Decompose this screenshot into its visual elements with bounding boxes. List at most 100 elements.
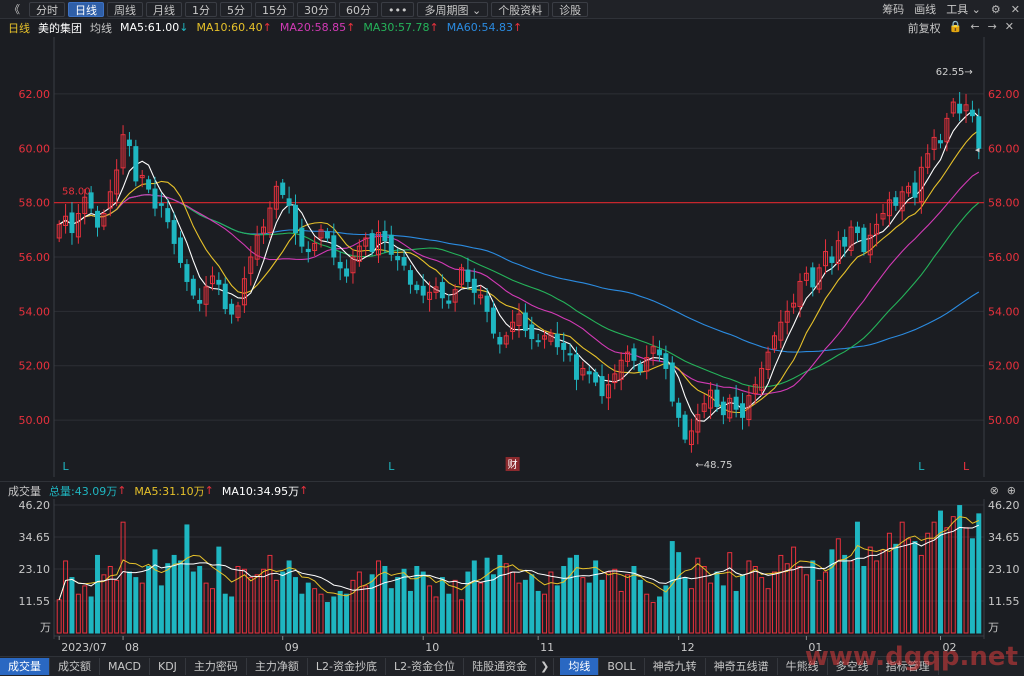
indicator-tab[interactable]: 成交量 — [0, 658, 50, 675]
candle-body — [165, 208, 171, 223]
period-tab[interactable]: 日线 — [68, 1, 104, 17]
volume-bar — [529, 574, 535, 634]
candle-body — [324, 231, 330, 239]
candle-body — [407, 270, 413, 285]
price-tick-right: 50.00 — [988, 414, 1020, 427]
indicator-tab[interactable]: L2-资金仓位 — [386, 658, 465, 675]
period-label: 日线 — [8, 21, 30, 35]
ma5-down-arrow-icon: ↓ — [179, 21, 189, 34]
period-tab[interactable]: 15分 — [255, 1, 294, 17]
adjust-mode-button[interactable]: 前复权 — [908, 20, 941, 36]
volume-ma10: MA10:34.95万 — [221, 484, 300, 498]
overlay-tab[interactable]: 指标管理 — [878, 658, 939, 675]
price-tick-left: 54.00 — [19, 305, 51, 318]
indicator-tab[interactable]: 成交额 — [50, 658, 100, 675]
indicator-tabs-left: 成交量 成交额 MACD KDJ 主力密码 主力净额 L2-资金抄底 L2-资金仓位 陆股通资金 — [0, 658, 537, 675]
period-tab[interactable]: ••• — [381, 1, 415, 17]
candle-body — [957, 103, 963, 114]
period-tab[interactable]: 月线 — [146, 1, 182, 17]
arrow-left-icon[interactable]: ← — [970, 20, 979, 36]
volume-bar — [842, 554, 848, 634]
volume-tick-right: 34.65 — [988, 531, 1020, 544]
volume-tick-left: 34.65 — [19, 531, 51, 544]
volume-bar — [720, 585, 726, 634]
candle-body — [893, 197, 899, 206]
volume-bar — [299, 593, 305, 634]
volume-tick-left: 46.20 — [19, 499, 51, 512]
candle-body — [171, 220, 177, 244]
collapse-icon[interactable]: 《 — [3, 2, 26, 17]
overlay-tab[interactable]: 多空线 — [828, 658, 878, 675]
period-tab[interactable]: 60分 — [339, 1, 378, 17]
volume-bar — [165, 563, 171, 634]
tools-dropdown[interactable]: 工具 ⌄ — [946, 1, 981, 17]
volume-bar — [88, 596, 94, 634]
volume-bar — [561, 566, 567, 634]
candle-body — [401, 257, 407, 266]
candle-body — [95, 210, 100, 228]
volume-bar — [305, 582, 311, 634]
indicator-tab[interactable]: KDJ — [150, 658, 186, 675]
last-price-pointer-icon: ◂ — [975, 145, 980, 155]
candle-body — [331, 235, 337, 258]
period-tab[interactable]: 个股资料 — [491, 1, 550, 17]
chip-button[interactable]: 筹码 — [882, 1, 904, 17]
price-chart[interactable]: 62.00 62.00 60.00 60.00 58.00 58.00 56.00 56.00… — [0, 37, 1024, 481]
indicator-tab[interactable]: 陆股通资金 — [464, 658, 537, 675]
volume-expand-icon[interactable]: ⊕ — [1007, 484, 1016, 497]
period-tab[interactable]: 分时 — [29, 1, 65, 17]
volume-bar — [414, 566, 420, 634]
volume-tick-left: 23.10 — [19, 563, 51, 576]
overlay-tab[interactable]: BOLL — [599, 658, 645, 675]
settings-gear-icon[interactable]: ⚙ — [991, 3, 1001, 16]
period-tab[interactable]: 多周期图 ⌄ — [417, 1, 489, 17]
volume-bar — [293, 577, 298, 634]
scroll-right-icon[interactable]: ❯ — [536, 658, 555, 675]
period-tab[interactable]: 周线 — [107, 1, 143, 17]
candle-body — [567, 353, 573, 356]
price-tick-right: 56.00 — [988, 251, 1020, 264]
candle-body — [414, 284, 420, 291]
period-tab[interactable]: 5分 — [220, 1, 252, 17]
overlay-tab[interactable]: 均线 — [560, 658, 600, 675]
volume-bar — [490, 574, 496, 634]
volume-chart[interactable]: 46.20 46.20 34.65 34.65 23.10 23.10 11.55 11.55… — [0, 499, 1024, 656]
volume-bar — [420, 571, 426, 634]
volume-bar — [439, 577, 445, 634]
ma60-value: MA60:54.83 — [446, 21, 513, 34]
candle-body — [420, 285, 426, 296]
indicator-tab[interactable]: L2-资金抄底 — [308, 658, 387, 675]
x-tick-label: 02 — [942, 641, 956, 654]
draw-line-button[interactable]: 画线 — [914, 1, 936, 17]
indicator-tab[interactable]: 主力密码 — [186, 658, 247, 675]
candle-body — [912, 182, 918, 198]
arrow-right-icon[interactable]: → — [988, 20, 997, 36]
candle-body — [554, 333, 560, 348]
candle-body — [299, 227, 305, 247]
volume-bar — [535, 590, 541, 634]
indicator-tab[interactable]: MACD — [100, 658, 150, 675]
candle-body — [522, 312, 528, 331]
candle-body — [714, 389, 720, 407]
close-icon[interactable]: ✕ — [1011, 3, 1020, 16]
candle-body — [810, 267, 816, 288]
overlay-tab[interactable]: 牛熊线 — [778, 658, 828, 675]
overlay-tab[interactable]: 神奇五线谱 — [706, 658, 778, 675]
candle-body — [395, 255, 401, 261]
candle-body — [969, 109, 975, 117]
volume-close-icon[interactable]: ⊗ — [990, 484, 999, 497]
candle-body — [599, 376, 605, 397]
close-chart-icon[interactable]: ✕ — [1005, 20, 1014, 36]
event-marker: L — [388, 460, 395, 473]
ma10-value: MA10:60.40 — [196, 21, 263, 34]
indicator-tab[interactable]: 主力净额 — [247, 658, 308, 675]
price-tick-right: 58.00 — [988, 197, 1020, 210]
volume-bar — [593, 560, 599, 634]
period-tab[interactable]: 1分 — [185, 1, 217, 17]
overlay-tab[interactable]: 神奇九转 — [645, 658, 706, 675]
volume-tick-right: 11.55 — [988, 595, 1020, 608]
period-tab[interactable]: 30分 — [297, 1, 336, 17]
period-tab[interactable]: 诊股 — [552, 1, 589, 17]
lock-icon[interactable]: 🔒 — [949, 20, 963, 36]
candle-body — [669, 362, 675, 402]
